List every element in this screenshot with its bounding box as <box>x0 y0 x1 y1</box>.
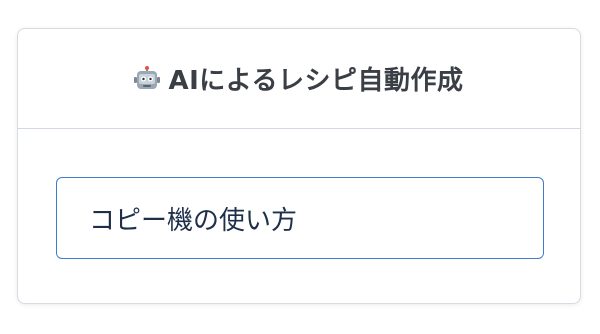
robot-icon <box>134 65 161 92</box>
card-title: AIによるレシピ自動作成 <box>168 66 464 96</box>
card-header: AIによるレシピ自動作成 <box>18 29 580 129</box>
recipe-generator-card: AIによるレシピ自動作成 コピー機の使い方 <box>17 28 581 304</box>
recipe-topic-input-value: コピー機の使い方 <box>89 205 298 236</box>
card-body: コピー機の使い方 <box>18 129 580 303</box>
recipe-topic-input[interactable]: コピー機の使い方 <box>56 177 544 259</box>
